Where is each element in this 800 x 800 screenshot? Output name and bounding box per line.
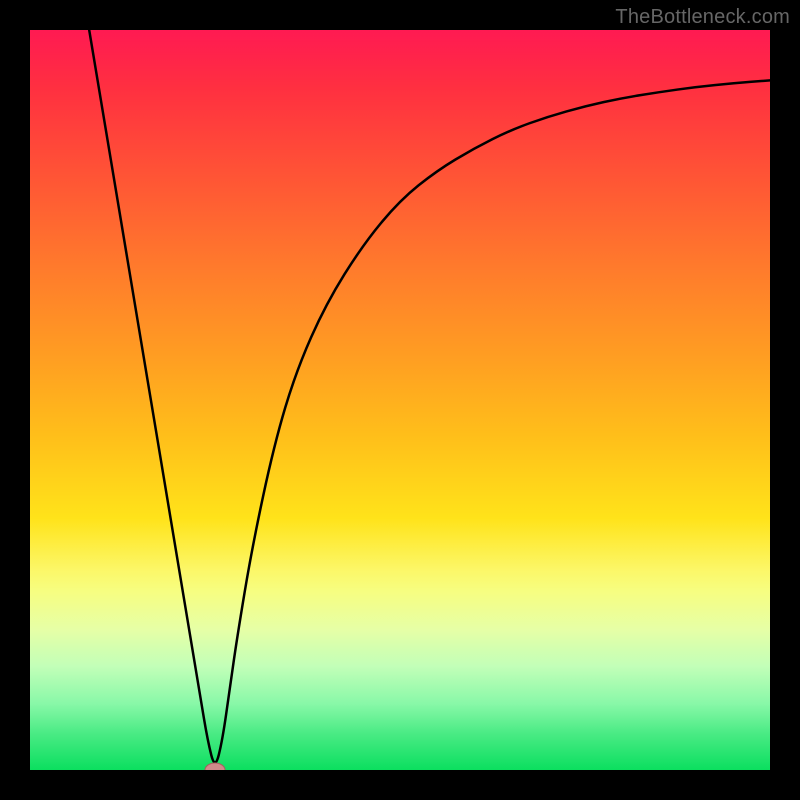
curve-path [89, 30, 770, 763]
minimum-marker [205, 763, 225, 770]
plot-area [30, 30, 770, 770]
watermark-text: TheBottleneck.com [615, 6, 790, 29]
bottleneck-curve [30, 30, 770, 770]
chart-frame: TheBottleneck.com [0, 0, 800, 800]
